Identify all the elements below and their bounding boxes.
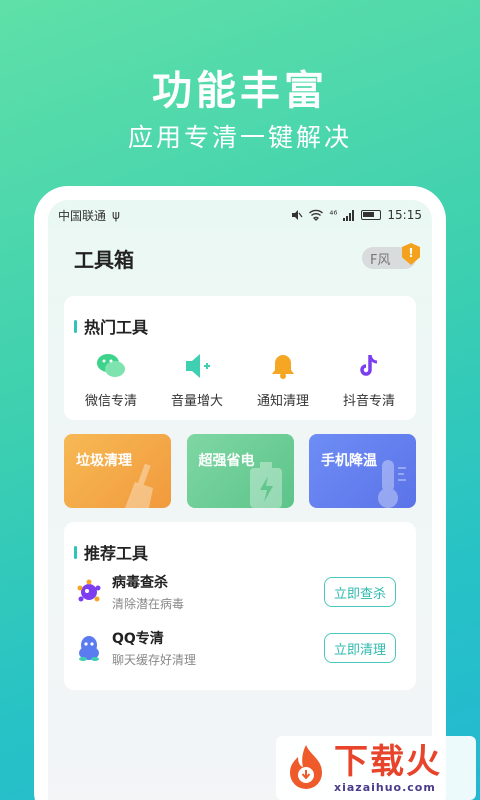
- tool-description: 聊天缓存好清理: [112, 653, 197, 667]
- hot-tool-label: 通知清理: [256, 394, 309, 409]
- tile-junk-clean[interactable]: 垃圾清理: [64, 434, 171, 508]
- hot-tool-label: 微信专清: [84, 394, 137, 409]
- wifi-icon: [309, 209, 324, 221]
- hot-tool-label: 抖音专清: [342, 394, 395, 409]
- tool-name: QQ专清: [112, 631, 164, 647]
- broom-icon: [125, 464, 153, 508]
- mode-toggle[interactable]: F风 !: [362, 243, 420, 269]
- list-item-qq-clean: QQ专清 聊天缓存好清理 立即清理: [64, 620, 416, 676]
- bell-icon: [267, 350, 299, 382]
- banner-subtitle: 应用专清一键解决: [127, 123, 352, 152]
- recommended-tools-card: 推荐工具 病毒查杀 清除潜在病毒 立即查杀 QQ专清 聊天缓存好清理 立即清理: [64, 522, 416, 690]
- signal-icon: [343, 209, 355, 221]
- list-item-virus-scan: 病毒查杀 清除潜在病毒 立即查杀: [64, 564, 416, 620]
- status-bar: 中国联通 ψ ⁴⁶ 15:15: [48, 200, 432, 230]
- hot-tools-title-text: 热门工具: [84, 318, 149, 337]
- recommended-tools-title: 推荐工具: [64, 522, 416, 564]
- watermark-logo: 下载火 xiazaihuo.com: [276, 736, 476, 800]
- wechat-icon: [95, 350, 127, 382]
- virus-icon: [76, 579, 102, 605]
- scan-now-button[interactable]: 立即查杀: [324, 577, 396, 607]
- warning-shield-icon: !: [402, 243, 420, 265]
- hot-tools-card: 热门工具 微信专清 音量增大 通知清理 抖音专清: [64, 296, 416, 420]
- tile-power-saving[interactable]: 超强省电: [186, 434, 294, 508]
- tool-name: 病毒查杀: [112, 575, 168, 591]
- flame-logo-icon: [290, 745, 322, 789]
- section-accent-bar: [74, 319, 77, 333]
- tile-label: 手机降温: [321, 453, 377, 469]
- hot-tool-tiktok[interactable]: 抖音专清: [327, 350, 411, 409]
- recommended-tools-title-text: 推荐工具: [84, 544, 149, 563]
- thermometer-icon: [378, 460, 406, 508]
- phone-screen: 中国联通 ψ ⁴⁶ 15:15 工具箱 F风 ! 热门工具 微信专清 音量增大 …: [48, 200, 432, 800]
- banner-title: 功能丰富: [152, 68, 328, 114]
- clock: 15:15: [387, 208, 422, 222]
- clean-now-button[interactable]: 立即清理: [324, 633, 396, 663]
- hot-tool-volume[interactable]: 音量增大: [155, 350, 239, 409]
- tile-cool-down[interactable]: 手机降温: [309, 434, 416, 508]
- mute-icon: [292, 210, 303, 220]
- watermark-title: 下载火: [334, 741, 442, 782]
- watermark-url: xiazaihuo.com: [334, 780, 436, 794]
- tiktok-icon: [353, 350, 385, 382]
- feature-tiles: 垃圾清理 超强省电 手机降温: [64, 434, 416, 508]
- hot-tool-notification[interactable]: 通知清理: [241, 350, 325, 409]
- hot-tool-wechat[interactable]: 微信专清: [69, 350, 153, 409]
- qq-penguin-icon: [76, 635, 102, 661]
- page-title: 工具箱: [74, 247, 134, 272]
- tool-description: 清除潜在病毒: [112, 597, 185, 611]
- usb-icon: ψ: [112, 208, 120, 222]
- section-accent-bar: [74, 545, 77, 559]
- phone-frame: 中国联通 ψ ⁴⁶ 15:15 工具箱 F风 ! 热门工具 微信专清 音量增大 …: [34, 186, 446, 800]
- hot-tools-title: 热门工具: [64, 296, 416, 338]
- network-type-label: ⁴⁶: [329, 209, 338, 221]
- carrier-label: 中国联通: [58, 208, 107, 223]
- toggle-label: F风: [370, 252, 391, 268]
- battery-bolt-icon: [249, 462, 282, 508]
- app-header: 工具箱 F风 !: [48, 230, 432, 286]
- hot-tool-label: 音量增大: [170, 394, 223, 409]
- speaker-icon: [181, 350, 213, 382]
- battery-icon: [361, 210, 382, 220]
